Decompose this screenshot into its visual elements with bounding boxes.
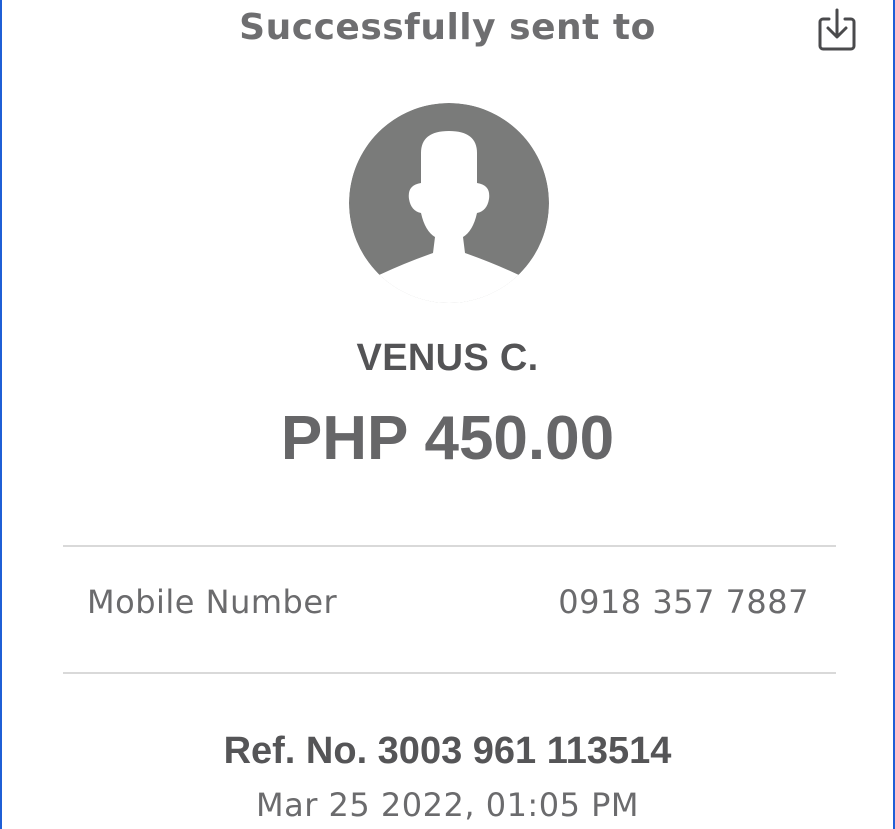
mobile-number-value: 0918 357 7887 (558, 583, 809, 621)
reference-number: Ref. No. 3003 961 113514 (223, 730, 672, 772)
recipient-name: VENUS C. (356, 337, 539, 379)
divider (63, 672, 836, 674)
receipt-screen: Successfully sent to VENUS C. PHP 450.00 (0, 0, 895, 829)
download-icon (818, 8, 856, 51)
page-title: Successfully sent to (239, 7, 656, 48)
recipient-avatar (349, 103, 549, 303)
download-button[interactable] (811, 4, 863, 56)
mobile-number-label: Mobile Number (87, 583, 338, 621)
person-silhouette-icon (349, 103, 549, 303)
divider (63, 545, 836, 547)
transfer-amount: PHP 450.00 (280, 404, 615, 473)
transaction-datetime: Mar 25 2022, 01:05 PM (255, 786, 639, 824)
